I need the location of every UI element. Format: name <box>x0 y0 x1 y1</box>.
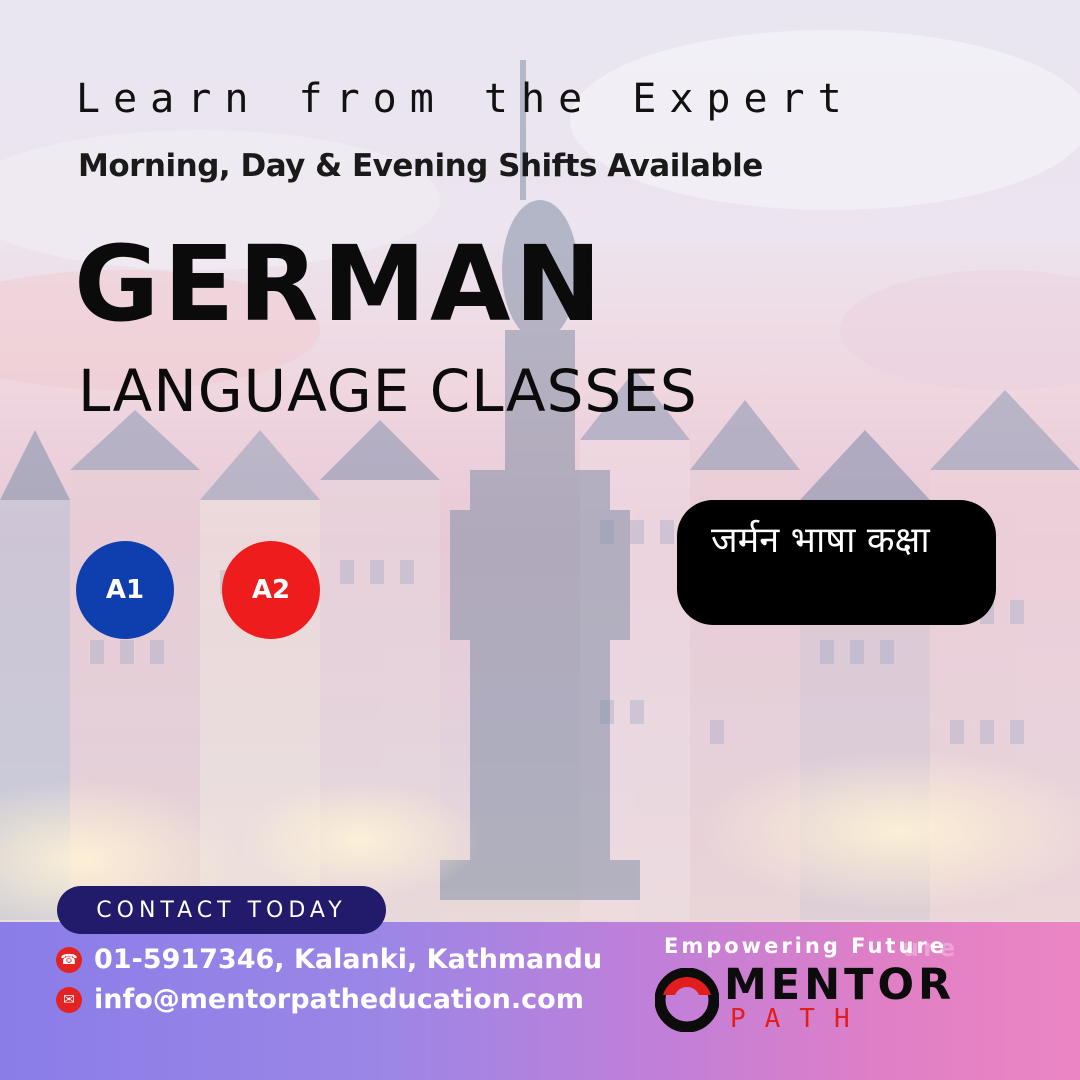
phone-icon: ☎ <box>56 946 82 973</box>
nepali-label-pill: जर्मन भाषा कक्षा <box>677 500 996 625</box>
level-badge-a2: A2 <box>222 541 320 639</box>
tagline: Learn from the Expert <box>76 76 855 122</box>
sub-title: LANGUAGE CLASSES <box>78 357 698 425</box>
contact-today-label: CONTACT TODAY <box>96 897 347 923</box>
phone-row[interactable]: ☎ 01-5917346, Kalanki, Kathmandu <box>56 944 602 975</box>
brand-name-sub: PATH <box>730 1004 869 1034</box>
brand-name: MENTOR <box>724 960 956 1010</box>
mail-icon: ✉ <box>56 986 82 1013</box>
main-title: GERMAN <box>74 223 606 345</box>
shifts-availability: Morning, Day & Evening Shifts Available <box>78 148 763 184</box>
contact-today-button[interactable]: CONTACT TODAY <box>57 886 386 934</box>
email-row[interactable]: ✉ info@mentorpatheducation.com <box>56 984 584 1015</box>
brand-tagline: Empowering Future <box>664 934 948 958</box>
email-text: info@mentorpatheducation.com <box>94 984 584 1015</box>
mentor-path-logo-icon <box>655 968 719 1032</box>
phone-address-text: 01-5917346, Kalanki, Kathmandu <box>94 944 603 975</box>
poster: Learn from the Expert Morning, Day & Eve… <box>0 0 1080 1080</box>
nepali-label-text: जर्मन भाषा कक्षा <box>711 520 930 561</box>
level-badge-a1: A1 <box>76 541 174 639</box>
